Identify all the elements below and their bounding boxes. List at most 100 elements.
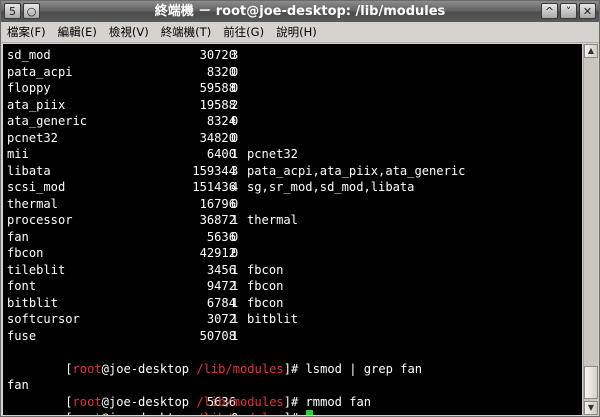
module-name: softcursor: [7, 312, 80, 326]
module-size: 42912: [199, 246, 236, 260]
module-name: font: [7, 279, 37, 293]
module-size: 8324: [206, 114, 236, 128]
module-size: 59588: [199, 81, 236, 95]
module-used-by: bitblit: [247, 312, 298, 326]
terminal-output[interactable]: sd_mod 30720 3 pata_acpi 8320 0 floppy 59588 0 at…: [3, 44, 582, 415]
module-size: 16796: [199, 196, 236, 211]
module-size: 8320: [206, 64, 236, 79]
shade-down-button[interactable]: ˅: [560, 3, 577, 19]
prompt-line: [root@joe-desktop /lib/modules]# rmmod f…: [7, 377, 422, 409]
module-size: 159344: [192, 163, 236, 178]
close-button[interactable]: ✕: [579, 3, 596, 19]
module-used: 0: [231, 64, 239, 79]
menu-help[interactable]: 說明(H): [270, 22, 323, 42]
scroll-down-arrow-icon[interactable]: ▼: [584, 401, 598, 415]
module-row: sd_mod 30720 3: [7, 47, 422, 64]
module-size: 6400: [206, 147, 236, 161]
module-name: fan: [7, 229, 29, 244]
module-used: 1: [231, 213, 239, 227]
module-name: thermal: [7, 196, 58, 211]
module-used: 1: [231, 147, 239, 161]
module-size: 5636: [206, 229, 236, 244]
module-row: libata 159344 3 pata_acpi,ata_piix,ata_gene…: [7, 163, 465, 180]
module-name: pata_acpi: [7, 64, 73, 79]
module-row: bitblit 6784 1 fbcon: [7, 295, 422, 312]
menu-edit[interactable]: 編輯(E): [52, 22, 103, 42]
module-used: 4: [231, 180, 239, 194]
text-cursor: [305, 410, 313, 415]
vertical-scrollbar[interactable]: ▲ ▼: [583, 44, 598, 415]
module-size: 34820: [199, 130, 236, 145]
prompt-user: root: [73, 411, 102, 415]
module-name: scsi_mod: [7, 180, 66, 194]
module-row: pcnet32 34820 0: [7, 130, 422, 147]
module-used: 0: [231, 81, 239, 95]
module-used-by: pata_acpi,ata_piix,ata_generic: [247, 163, 466, 178]
module-row: ata_generic 8324 0: [7, 113, 422, 130]
prompt-line: [root@joe-desktop /lib/modules]# lsmod |…: [7, 344, 422, 376]
prompt-bracket-close: ]#: [284, 411, 306, 415]
menu-bar: 檔案(F) 編輯(E) 檢視(V) 終端機(T) 前往(G) 說明(H): [1, 22, 599, 43]
prompt-line-active[interactable]: [root@joe-desktop /lib/modules]#: [7, 394, 422, 415]
module-size: 3456: [206, 262, 236, 277]
module-size: 3072: [206, 312, 236, 326]
menu-file[interactable]: 檔案(F): [1, 22, 52, 42]
module-used: 0: [231, 229, 239, 244]
module-name: libata: [7, 163, 51, 178]
module-size: 6784: [206, 295, 236, 310]
module-row: processor 36872 1 thermal: [7, 212, 422, 229]
module-size: 30720: [199, 48, 236, 62]
module-row: softcursor 3072 1 bitblit: [7, 311, 422, 328]
module-used-by: fbcon: [247, 262, 284, 277]
module-name: floppy: [7, 81, 51, 95]
prompt-path: /lib/modules: [196, 411, 283, 415]
module-used: 1: [231, 262, 239, 277]
module-name: bitblit: [7, 295, 58, 310]
module-row: fuse 50708 1: [7, 328, 422, 345]
module-used-by: thermal: [247, 213, 298, 227]
module-used: 0: [231, 246, 239, 260]
grep-result-row: fan 5636 0: [7, 361, 422, 415]
module-used: 3: [231, 163, 239, 178]
module-row: scsi_mod 151436 4 sg,sr_mod,sd_mod,libata: [7, 179, 422, 196]
module-name: mii: [7, 147, 29, 161]
module-used-by: fbcon: [247, 279, 284, 293]
module-used-by: pcnet32: [247, 147, 298, 161]
prompt-bracket-open: [: [65, 411, 72, 415]
window-title: 終端機 － root@joe-desktop: /lib/modules: [154, 4, 446, 19]
scroll-up-arrow-icon[interactable]: ▲: [584, 44, 598, 58]
scrollbar-thumb[interactable]: [584, 366, 598, 399]
module-size: 36872: [199, 213, 236, 227]
module-row: pata_acpi 8320 0: [7, 64, 422, 81]
module-name: processor: [7, 213, 73, 227]
menu-view[interactable]: 檢視(V): [103, 22, 155, 42]
prompt-host: @joe-desktop: [102, 411, 189, 415]
module-used: 0: [231, 196, 239, 211]
module-row: floppy 59588 0: [7, 80, 422, 97]
shade-up-button[interactable]: ^: [541, 3, 558, 19]
module-size: 50708: [199, 328, 236, 343]
menu-terminal[interactable]: 終端機(T): [155, 22, 218, 42]
module-row: tileblit 3456 1 fbcon: [7, 262, 422, 279]
module-name: pcnet32: [7, 130, 58, 145]
module-used: 3: [231, 48, 239, 62]
module-size: 9472: [206, 279, 236, 293]
terminal-lines: sd_mod 30720 3 pata_acpi 8320 0 floppy 59588 0 at…: [7, 47, 465, 415]
module-used-by: fbcon: [247, 295, 284, 310]
module-name: fbcon: [7, 246, 44, 260]
module-size: 19588: [199, 97, 236, 112]
module-row: mii 6400 1 pcnet32: [7, 146, 422, 163]
module-used: 0: [231, 114, 239, 128]
module-used-by: sg,sr_mod,sd_mod,libata: [247, 180, 415, 194]
module-used: 1: [231, 328, 239, 343]
module-size: 151436: [192, 180, 236, 194]
module-used: 1: [231, 295, 239, 310]
module-name: fuse: [7, 328, 37, 343]
module-used: 1: [231, 312, 239, 326]
module-name: ata_piix: [7, 97, 66, 112]
module-row: fbcon 42912 0: [7, 245, 422, 262]
title-bar[interactable]: 5 ○ 終端機 － root@joe-desktop: /lib/modules…: [1, 1, 599, 22]
menu-go[interactable]: 前往(G): [217, 22, 270, 42]
module-row: font 9472 1 fbcon: [7, 278, 422, 295]
module-name: ata_generic: [7, 114, 88, 128]
